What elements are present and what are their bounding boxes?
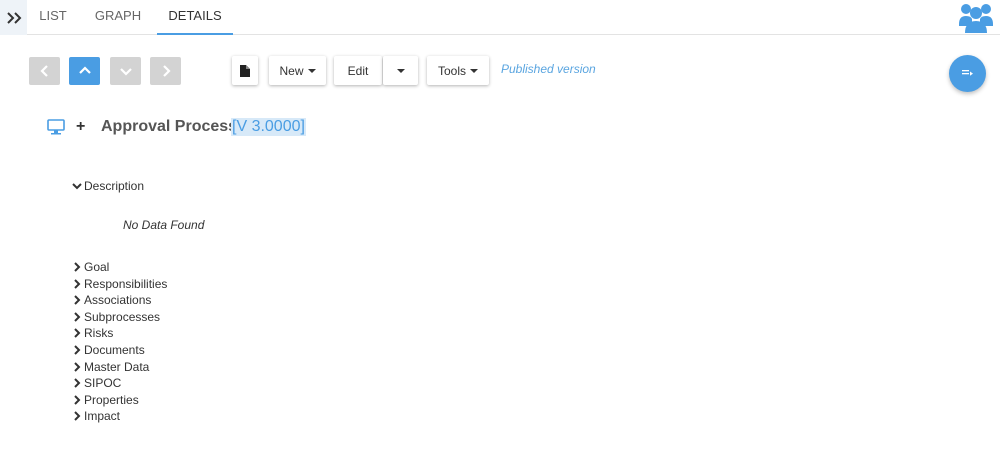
version-badge: [V 3.0000]: [231, 118, 306, 136]
chevron-right-icon: [74, 378, 81, 388]
section-label: Responsibilities: [84, 276, 168, 291]
section-label: Goal: [84, 260, 110, 274]
page-title: Approval Process: [101, 118, 238, 135]
chevron-right-icon: [74, 278, 81, 289]
chevron-right-icon: [74, 411, 81, 422]
chevron-down-icon: [72, 183, 82, 190]
section-documents[interactable]: Documents: [72, 342, 145, 358]
section-properties[interactable]: Properties: [72, 392, 139, 408]
chevron-right-icon: [74, 312, 81, 322]
edit-label: Edit: [347, 63, 369, 78]
panel-expander-button[interactable]: [0, 0, 27, 35]
version-status: Published version: [501, 62, 596, 76]
new-dropdown-button[interactable]: New: [269, 56, 326, 85]
section-risks[interactable]: Risks: [72, 325, 113, 341]
section-label: Risks: [84, 326, 114, 341]
tools-dropdown-button[interactable]: Tools: [427, 56, 489, 85]
list-arrow-icon: [961, 70, 973, 76]
chevron-down-icon: [119, 68, 132, 76]
edit-button[interactable]: Edit: [334, 56, 382, 85]
double-chevron-right-icon: [6, 11, 21, 24]
top-tab-bar: LIST GRAPH DETAILS: [0, 0, 1000, 35]
section-master-data[interactable]: Master Data: [72, 359, 149, 375]
section-label: Master Data: [84, 359, 150, 374]
no-data-text: No Data Found: [123, 218, 205, 232]
users-group-icon[interactable]: [959, 2, 993, 33]
plus-icon[interactable]: +: [76, 118, 85, 136]
chevron-left-icon: [39, 65, 48, 77]
edit-dropdown-toggle[interactable]: [383, 56, 418, 85]
chevron-right-icon: [74, 328, 81, 339]
chevron-right-icon: [74, 395, 81, 405]
move-up-button[interactable]: [69, 57, 100, 85]
section-label: SIPOC: [84, 376, 122, 391]
monitor-icon: [47, 119, 65, 135]
tab-list[interactable]: LIST: [27, 0, 79, 35]
chevron-right-icon: [162, 65, 171, 77]
caret-down-icon: [470, 68, 478, 73]
section-responsibilities[interactable]: Responsibilities: [72, 276, 167, 292]
floating-action-button[interactable]: [949, 55, 986, 92]
next-button[interactable]: [150, 57, 181, 85]
chevron-right-icon: [74, 345, 81, 355]
document-button[interactable]: [232, 56, 258, 85]
section-description-label: Description: [84, 179, 145, 193]
section-label: Subprocesses: [84, 309, 161, 324]
previous-button[interactable]: [29, 57, 60, 85]
section-label: Properties: [84, 392, 139, 407]
section-goal[interactable]: Goal: [72, 259, 109, 275]
section-impact[interactable]: Impact: [72, 408, 120, 424]
section-sipoc[interactable]: SIPOC: [72, 375, 121, 391]
tools-label: Tools: [437, 63, 466, 78]
caret-down-icon: [396, 68, 405, 73]
document-icon: [240, 64, 250, 77]
tab-graph[interactable]: GRAPH: [82, 0, 154, 35]
caret-down-icon: [307, 68, 316, 73]
section-label: Impact: [84, 409, 121, 424]
tab-details[interactable]: DETAILS: [157, 0, 233, 35]
section-description[interactable]: Description: [72, 178, 144, 194]
chevron-right-icon: [74, 295, 81, 305]
section-subprocesses[interactable]: Subprocesses: [72, 309, 160, 325]
section-label: Documents: [84, 343, 145, 357]
section-label: Associations: [84, 293, 152, 308]
new-label: New: [279, 63, 304, 78]
chevron-right-icon: [74, 361, 81, 372]
section-associations[interactable]: Associations: [72, 292, 151, 308]
chevron-right-icon: [74, 262, 81, 272]
move-down-button[interactable]: [110, 57, 141, 85]
chevron-up-icon: [78, 66, 91, 74]
